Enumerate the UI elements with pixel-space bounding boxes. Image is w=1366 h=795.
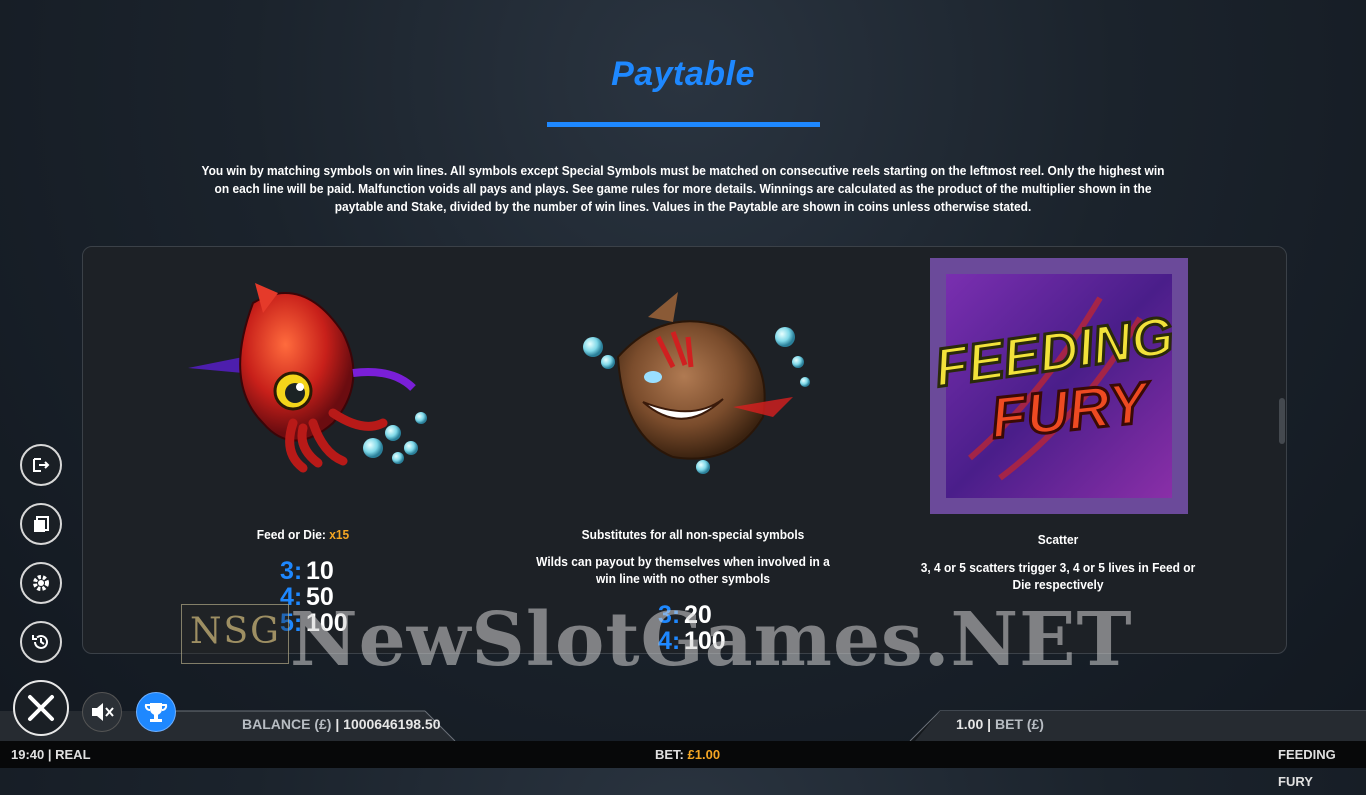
squid-symbol-image [188,283,427,473]
close-button[interactable] [13,680,69,736]
status-bet: BET: £1.00 [655,741,720,768]
title-underline [547,122,820,127]
status-game-name: FEEDING FURY [1278,747,1336,789]
page-title: Paytable [611,55,755,93]
status-mode: REAL [55,747,91,762]
status-bar: 19:40 | REAL BET: £1.00 FEEDING FURY [0,741,1366,789]
shark-wild-symbol-image [583,292,810,474]
trophy-icon [144,703,168,722]
status-time: 19:40 [11,747,45,762]
rules-icon [34,516,49,532]
balance-label: BALANCE (£) [242,716,332,732]
paytable-intro: You win by matching symbols on win lines… [201,163,1165,214]
scatter-caption: Scatter [1037,532,1079,547]
watermark-logo: NSG [190,611,281,652]
feed-or-die-label: Feed or Die: [256,527,330,542]
paytable-panel[interactable]: FEEDING FURY Feed or Die: x15 3: 10 4: 50 … [82,246,1287,654]
balance-value: 1000646198.50 [343,716,441,732]
watermark-text: NewSlotGames.NET [290,597,1133,683]
trophy-button[interactable] [136,692,176,732]
exit-icon [33,458,50,472]
settings-button[interactable] [20,562,62,604]
status-bet-label: BET: [655,747,684,762]
watermark-logo-box: NSG [181,604,289,664]
status-bet-value: £1.00 [687,747,721,762]
bet-label: BET (£) [994,716,1044,732]
scrollbar-thumb[interactable] [1279,398,1285,444]
feed-or-die-multiplier: x15 [329,527,350,542]
speaker-muted-icon [92,703,114,721]
feed-or-die-caption: Feed or Die: x15 [211,526,395,543]
mute-button[interactable] [82,692,122,732]
balance-display: BALANCE (£) | 1000646198.50 [242,716,441,732]
wild-caption-line2: Wilds can payout by themselves when invo… [536,554,830,586]
exit-button[interactable] [20,444,62,486]
history-button[interactable] [20,621,62,663]
history-icon [32,634,48,649]
squid-pay-3: 3: 10 [280,557,334,585]
bottom-bar [0,710,1366,741]
status-time-mode: 19:40 | REAL [11,747,91,762]
scatter-description: 3, 4 or 5 scatters trigger 3, 4 or 5 liv… [920,560,1196,592]
bet-value: 1.00 [956,716,984,732]
wild-caption-line1: Substitutes for all non-special symbols [581,527,805,542]
feeding-fury-scatter-image: FEEDING FURY [930,258,1188,514]
bet-display[interactable]: 1.00 | BET (£) [956,716,1044,732]
rules-button[interactable] [20,503,62,545]
settings-icon [33,575,49,591]
close-icon [28,695,54,721]
